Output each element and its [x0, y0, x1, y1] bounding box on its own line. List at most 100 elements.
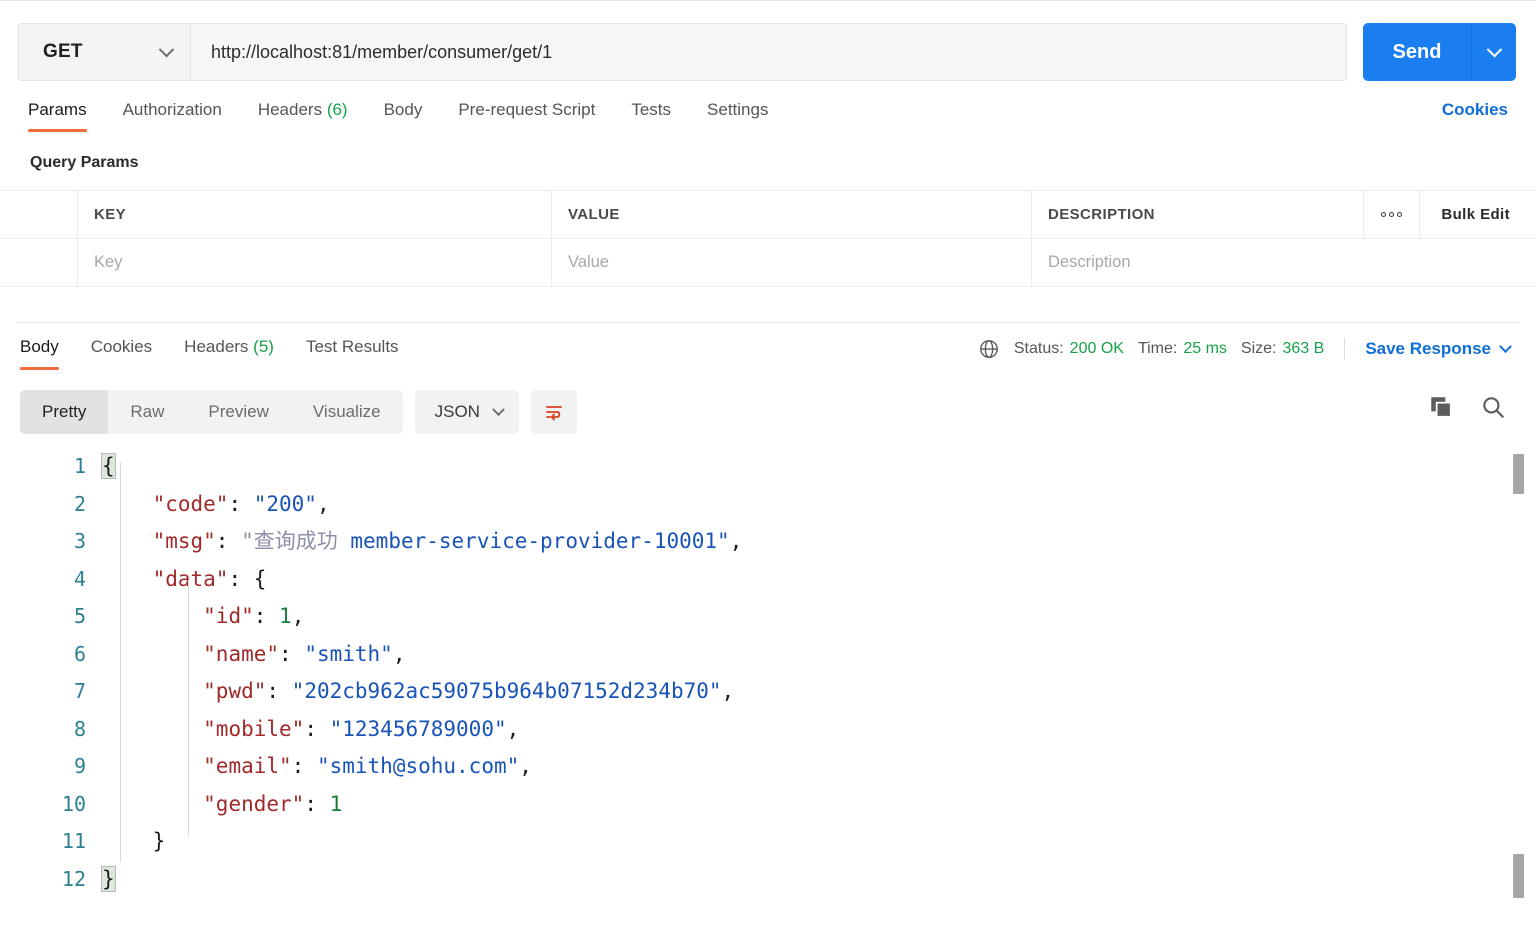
postman-window: GET http://localhost:81/member/consumer/… [0, 0, 1536, 952]
code-text: "data": { [102, 561, 267, 599]
table-header-key: KEY [78, 191, 552, 238]
response-format-select[interactable]: JSON [414, 390, 519, 434]
view-mode-pretty[interactable]: Pretty [20, 390, 109, 434]
response-tab-headers[interactable]: Headers (5) [184, 332, 274, 370]
code-line: 3 "msg": "查询成功 member-service-provider-1… [0, 523, 1536, 561]
code-text: "mobile": "123456789000", [102, 711, 519, 749]
response-actions [1428, 394, 1506, 420]
code-token: : [291, 754, 317, 778]
param-description-placeholder: Description [1048, 253, 1131, 271]
view-mode-visualize[interactable]: Visualize [291, 390, 403, 434]
response-tab-test-results-label: Test Results [305, 337, 399, 356]
tab-headers-count: (6) [326, 100, 348, 119]
code-token: "id" [203, 604, 254, 628]
scrollbar-thumb-top[interactable] [1513, 454, 1524, 494]
chevron-down-icon [1499, 339, 1512, 353]
row-checkbox[interactable] [0, 239, 78, 286]
code-token: , [721, 679, 735, 703]
code-text: } [101, 861, 116, 899]
code-token: : { [228, 566, 267, 591]
code-text: } [102, 823, 166, 861]
response-status-bar: Status: 200 OK Time: 25 ms Size: 363 B S… [978, 338, 1512, 360]
send-options-button[interactable] [1472, 23, 1516, 81]
code-line: 7 "pwd": "202cb962ac59075b964b07152d234b… [0, 673, 1536, 711]
table-row: Key Value Description [0, 239, 1536, 287]
code-token: : [304, 791, 330, 816]
code-token: { [101, 453, 116, 479]
bulk-edit-button[interactable]: Bulk Edit [1420, 191, 1536, 238]
response-scrollbar[interactable] [1513, 450, 1524, 902]
response-tab-cookies[interactable]: Cookies [91, 332, 152, 370]
request-tabs: Params Authorization Headers (6) Body Pr… [0, 96, 1536, 144]
response-tab-test-results[interactable]: Test Results [306, 332, 399, 370]
search-icon[interactable] [1480, 394, 1506, 420]
response-tab-headers-count: (5) [253, 337, 274, 356]
param-key-input[interactable]: Key [78, 239, 552, 286]
copy-icon[interactable] [1428, 394, 1454, 420]
response-body-code[interactable]: 1{2 "code": "200", 3 "msg": "查询成功 member-… [0, 448, 1536, 952]
param-key-placeholder: Key [94, 253, 123, 271]
tab-params-label: Params [28, 100, 87, 119]
code-line: 5 "id": 1, [0, 598, 1536, 636]
time-label: Time: [1137, 340, 1178, 357]
param-value-input[interactable]: Value [552, 239, 1032, 286]
code-line: 8 "mobile": "123456789000", [0, 711, 1536, 749]
code-line: 9 "email": "smith@sohu.com", [0, 748, 1536, 786]
code-token: "gender" [203, 791, 305, 816]
time-value: 25 ms [1183, 340, 1227, 357]
query-params-title: Query Params [30, 154, 139, 171]
cookies-link[interactable]: Cookies [1442, 100, 1508, 120]
response-tab-body[interactable]: Body [20, 332, 59, 370]
pane-divider [18, 322, 1518, 323]
chevron-down-icon [492, 402, 505, 416]
code-token: , [506, 716, 520, 741]
code-token: "200" [253, 491, 317, 516]
status-value: 200 OK [1069, 340, 1124, 357]
tab-tests[interactable]: Tests [631, 96, 671, 132]
code-token: , [519, 754, 532, 778]
tab-pre-request-script-label: Pre-request Script [458, 100, 596, 119]
tab-pre-request-script[interactable]: Pre-request Script [458, 96, 595, 132]
request-url-input[interactable]: http://localhost:81/member/consumer/get/… [191, 24, 1346, 80]
tab-headers[interactable]: Headers (6) [258, 96, 348, 132]
table-header-description: DESCRIPTION [1032, 191, 1364, 238]
request-url-bar: GET http://localhost:81/member/consumer/… [0, 0, 1536, 96]
code-token: "name" [203, 641, 280, 666]
code-token: 1 [329, 791, 343, 816]
code-token: : [266, 679, 292, 703]
send-button[interactable]: Send [1363, 23, 1472, 81]
code-lines: 1{2 "code": "200", 3 "msg": "查询成功 member-… [0, 448, 1536, 898]
line-number: 5 [73, 604, 86, 628]
scrollbar-thumb-bottom[interactable] [1513, 854, 1524, 898]
word-wrap-button[interactable] [530, 390, 577, 434]
view-mode-preview[interactable]: Preview [186, 390, 290, 434]
code-token: member-service-provider-10001" [350, 529, 730, 553]
size-value: 363 B [1282, 340, 1325, 357]
query-params-table: KEY VALUE DESCRIPTION Bulk Edit Key Valu… [0, 190, 1536, 287]
tab-authorization[interactable]: Authorization [123, 96, 222, 132]
code-line: 1{ [0, 448, 1536, 486]
code-line: 6 "name": "smith", [0, 636, 1536, 674]
code-text: "id": 1, [102, 598, 304, 636]
code-text: "gender": 1 [102, 786, 342, 824]
send-button-group[interactable]: Send [1363, 23, 1516, 81]
response-body-toolbar: Pretty Raw Preview Visualize JSON [20, 390, 577, 434]
table-more-options-button[interactable] [1364, 191, 1420, 238]
code-token: , [392, 641, 406, 666]
code-token: , [291, 604, 305, 628]
tab-body[interactable]: Body [384, 96, 423, 132]
tab-params[interactable]: Params [28, 96, 87, 132]
status-label: Status: [1013, 340, 1064, 357]
code-token: : [279, 641, 305, 666]
word-wrap-icon [546, 406, 562, 421]
code-token: , [729, 529, 743, 553]
save-response-button[interactable]: Save Response [1365, 339, 1512, 359]
tab-settings[interactable]: Settings [707, 96, 768, 132]
code-token: 1 [279, 604, 292, 628]
view-mode-segmented-control: Pretty Raw Preview Visualize [20, 390, 403, 434]
view-mode-raw[interactable]: Raw [108, 390, 186, 434]
http-method-select[interactable]: GET [19, 24, 191, 80]
param-description-input[interactable]: Description [1032, 239, 1536, 286]
code-token: "smith@sohu.com" [316, 754, 520, 778]
table-header-checkbox-cell [0, 191, 78, 238]
